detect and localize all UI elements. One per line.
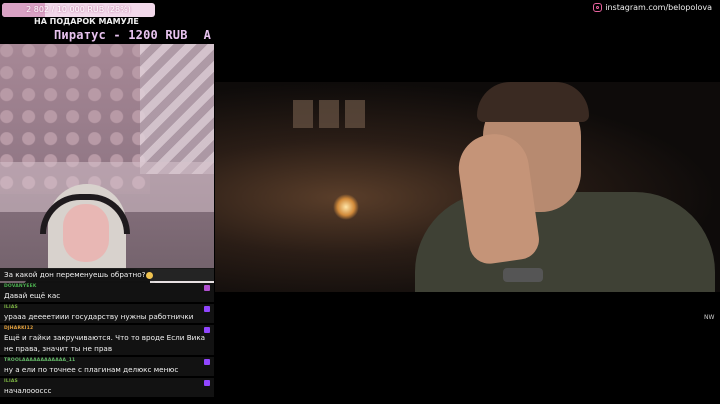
chat-badge-icon	[204, 285, 210, 291]
chat-badge-icon	[204, 306, 210, 312]
chat-text: ну а ели по точнее с плагинам делюкс мен…	[4, 364, 211, 375]
video-corner-text: NW	[704, 314, 715, 321]
instagram-icon	[593, 3, 603, 12]
chat-message: ILIAS началоооссс	[0, 378, 214, 397]
video-person-body	[415, 192, 715, 292]
chat-text: началоооссс	[4, 385, 211, 396]
video-person-hair	[477, 82, 589, 122]
instagram-handle: instagram.com/belopolova	[605, 3, 712, 12]
chat-message: DOVANYEEK Давай ещё кас	[0, 283, 214, 302]
webcam-tapestry	[140, 44, 214, 174]
wall-frame	[293, 100, 313, 128]
chat-text: Давай ещё кас	[4, 290, 211, 301]
webcam-feed	[0, 44, 214, 295]
chat-badge-icon	[204, 380, 210, 386]
goal-caption: НА ПОДАРОК МАМУЛЕ	[34, 17, 139, 26]
chat-text: Ещё и гайки закручиваются. Что то вроде …	[4, 332, 211, 354]
chat-message: DJHARKI12 Ещё и гайки закручиваются. Что …	[0, 325, 214, 355]
donation-goal-bar: 2 802 / 10 000 RUB (28%)	[2, 3, 155, 17]
donation-text: Пиратус - 1200 RUB	[54, 28, 188, 42]
chat-message: ILIAS урааа деееетиии государству нужны р…	[0, 304, 214, 323]
instagram-badge: instagram.com/belopolova	[593, 3, 712, 12]
donation-alert: Пиратус - 1200 RUB A	[54, 28, 211, 42]
chat-text-content: началоооссс	[4, 386, 52, 395]
wall-frame	[319, 100, 339, 128]
video-player[interactable]	[215, 82, 720, 292]
chat-text-content: Давай ещё кас	[4, 291, 61, 300]
wristwatch	[503, 268, 543, 282]
goal-progress-label: 2 802 / 10 000 RUB (28%)	[26, 5, 131, 14]
chat-overlay: За какой дон переменуешь обратно? DOVANYE…	[0, 268, 214, 399]
chat-message: TROOLAAAAAAAAAAAA_11 ну а ели по точнее с…	[0, 357, 214, 376]
chat-text: За какой дон переменуешь обратно?	[4, 269, 211, 280]
chat-text-content: За какой дон переменуешь обратно?	[4, 270, 146, 279]
chat-message: За какой дон переменуешь обратно?	[0, 268, 214, 281]
chat-text-content: урааа деееетиии государству нужны работн…	[4, 312, 194, 321]
lamp-glow	[333, 194, 359, 220]
smile-emote	[146, 271, 154, 279]
chat-text-content: Ещё и гайки закручиваются. Что то вроде …	[4, 333, 206, 353]
chat-text-content: ну а ели по точнее с плагинам делюкс мен…	[4, 365, 179, 374]
donation-extra: A	[203, 28, 212, 42]
chat-text: урааа деееетиии государству нужны работн…	[4, 311, 211, 322]
chat-badge-icon	[204, 327, 210, 333]
chat-badge-icon	[204, 359, 210, 365]
wall-frame	[345, 100, 365, 128]
